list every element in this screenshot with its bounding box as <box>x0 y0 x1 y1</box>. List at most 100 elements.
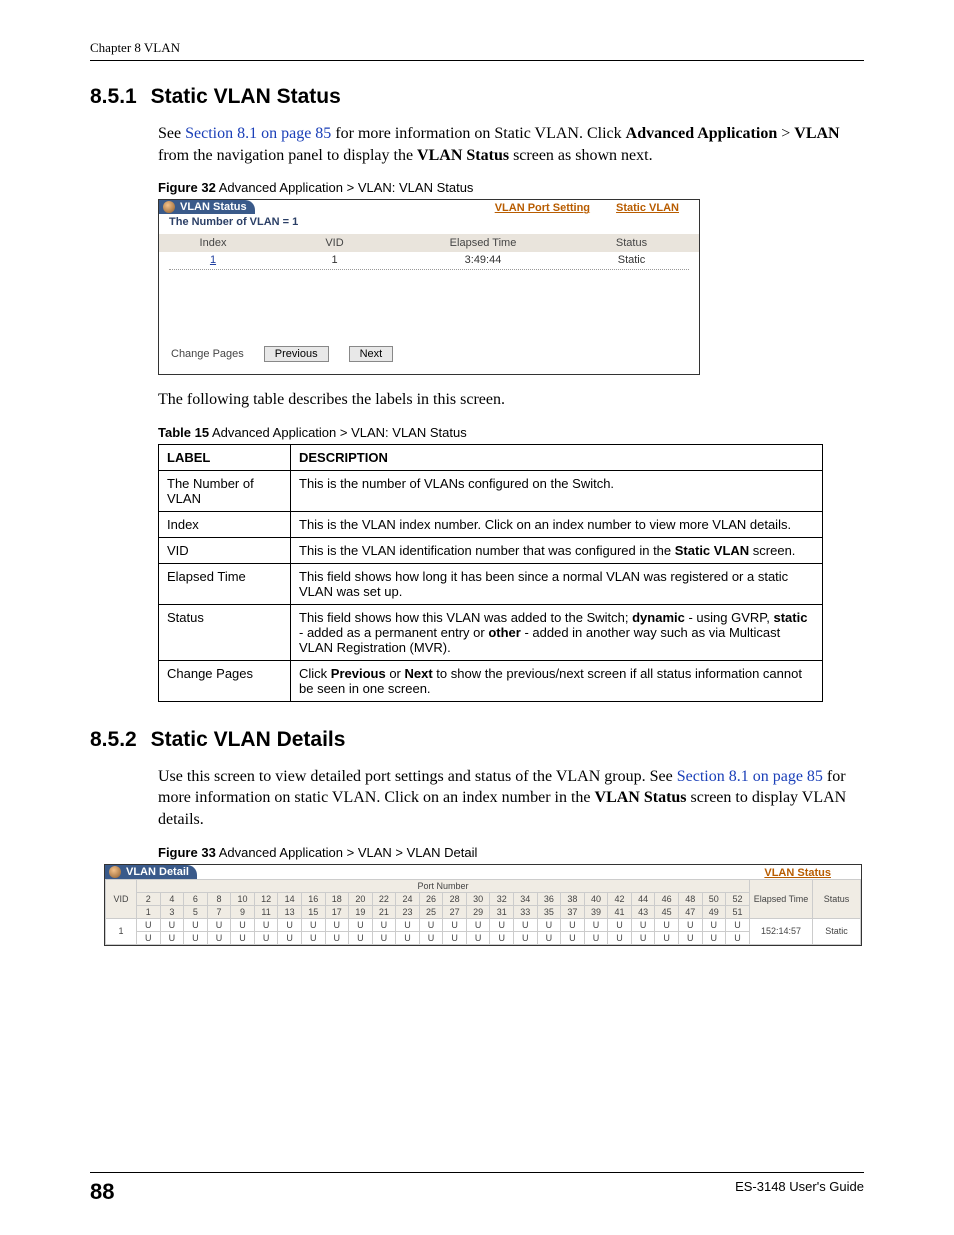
port-cell: U <box>561 931 585 944</box>
port-cell: U <box>419 931 443 944</box>
port-cell: U <box>702 918 726 931</box>
port-cell: U <box>561 918 585 931</box>
vlan-index-link[interactable]: 1 <box>159 252 267 268</box>
vlan-status-cell: Static <box>564 252 699 268</box>
port-header: 29 <box>466 905 490 918</box>
vlan-status-table: Index VID Elapsed Time Status 1 1 3:49:4… <box>159 234 699 268</box>
port-header: 31 <box>490 905 514 918</box>
port-header: 4 <box>160 892 184 905</box>
table-row: VID This is the VLAN identification numb… <box>159 537 823 563</box>
port-header: 45 <box>655 905 679 918</box>
port-cell: U <box>278 918 302 931</box>
port-header: 9 <box>231 905 255 918</box>
col-index: Index <box>159 234 267 252</box>
vlan-detail-table: VID Port Number Elapsed Time Status 2468… <box>105 879 861 945</box>
port-header: 50 <box>702 892 726 905</box>
port-header: 26 <box>419 892 443 905</box>
section-852-paragraph: Use this screen to view detailed port se… <box>158 766 864 831</box>
port-header: 5 <box>184 905 208 918</box>
port-cell: U <box>631 931 655 944</box>
port-cell: U <box>678 918 702 931</box>
port-cell: U <box>160 931 184 944</box>
port-cell: U <box>655 918 679 931</box>
col-status: Status <box>813 879 861 918</box>
port-header: 1 <box>137 905 161 918</box>
previous-button[interactable]: Previous <box>264 346 329 362</box>
figure-32-screenshot: VLAN Status VLAN Port Setting Static VLA… <box>158 199 700 375</box>
port-cell: U <box>137 931 161 944</box>
col-status: Status <box>564 234 699 252</box>
port-header: 14 <box>278 892 302 905</box>
port-header: 48 <box>678 892 702 905</box>
port-cell: U <box>726 931 750 944</box>
port-header: 35 <box>537 905 561 918</box>
port-header: 37 <box>561 905 585 918</box>
link-section-8-1[interactable]: Section 8.1 on page 85 <box>185 125 331 142</box>
port-header: 38 <box>561 892 585 905</box>
figure-32-caption: Figure 32 Advanced Application > VLAN: V… <box>158 180 864 195</box>
page-number: 88 <box>90 1179 114 1205</box>
port-header: 51 <box>726 905 750 918</box>
port-cell: U <box>490 918 514 931</box>
port-cell: U <box>443 918 467 931</box>
port-cell: U <box>396 918 420 931</box>
port-cell: U <box>372 918 396 931</box>
static-vlan-link[interactable]: Static VLAN <box>616 202 679 214</box>
vlan-count-label: The Number of VLAN = 1 <box>169 216 699 228</box>
port-header: 7 <box>207 905 231 918</box>
port-header: 32 <box>490 892 514 905</box>
port-cell: U <box>184 931 208 944</box>
port-header: 49 <box>702 905 726 918</box>
port-cell: U <box>325 918 349 931</box>
port-cell: U <box>231 931 255 944</box>
table-row: Status This field shows how this VLAN wa… <box>159 604 823 660</box>
page-header: Chapter 8 VLAN <box>90 40 864 61</box>
port-cell: U <box>537 918 561 931</box>
col-elapsed: Elapsed Time <box>402 234 564 252</box>
col-vid: VID <box>106 879 137 918</box>
port-cell: U <box>702 931 726 944</box>
port-header: 39 <box>584 905 608 918</box>
table-row: The Number of VLAN This is the number of… <box>159 470 823 511</box>
link-section-8-1-b[interactable]: Section 8.1 on page 85 <box>677 768 823 785</box>
tab-bullet-icon <box>163 201 175 213</box>
port-cell: U <box>584 918 608 931</box>
port-header: 34 <box>514 892 538 905</box>
port-cell: U <box>537 931 561 944</box>
vlan-elapsed-cell: 3:49:44 <box>402 252 564 268</box>
port-header: 13 <box>278 905 302 918</box>
vlan-port-setting-link[interactable]: VLAN Port Setting <box>495 202 590 214</box>
port-cell: U <box>137 918 161 931</box>
section-title: Static VLAN Details <box>151 728 346 751</box>
section-num: 8.5.2 <box>90 728 137 751</box>
port-cell: U <box>254 931 278 944</box>
change-pages-label: Change Pages <box>171 348 244 360</box>
section-title: Static VLAN Status <box>151 85 341 108</box>
port-header: 15 <box>301 905 325 918</box>
port-cell: U <box>372 931 396 944</box>
guide-title: ES-3148 User's Guide <box>735 1179 864 1205</box>
section-heading-851: 8.5.1 Static VLAN Status <box>90 85 864 109</box>
port-cell: U <box>207 918 231 931</box>
section-heading-852: 8.5.2 Static VLAN Details <box>90 728 864 752</box>
vlan-detail-status: Static <box>813 918 861 944</box>
port-cell: U <box>443 931 467 944</box>
vlan-status-link[interactable]: VLAN Status <box>764 867 831 879</box>
port-header: 20 <box>349 892 373 905</box>
port-header: 11 <box>254 905 278 918</box>
port-header: 33 <box>514 905 538 918</box>
col-port-number: Port Number <box>137 879 750 892</box>
port-cell: U <box>726 918 750 931</box>
vlan-vid-cell: 1 <box>267 252 402 268</box>
port-cell: U <box>301 931 325 944</box>
page-footer: 88 ES-3148 User's Guide <box>90 1172 864 1205</box>
table-15: LABEL DESCRIPTION The Number of VLAN Thi… <box>158 444 823 702</box>
table-row: Elapsed Time This field shows how long i… <box>159 563 823 604</box>
table-15-intro: The following table describes the labels… <box>158 389 864 411</box>
table-row: Index This is the VLAN index number. Cli… <box>159 511 823 537</box>
port-header: 27 <box>443 905 467 918</box>
port-cell: U <box>584 931 608 944</box>
port-header: 22 <box>372 892 396 905</box>
port-cell: U <box>231 918 255 931</box>
next-button[interactable]: Next <box>349 346 394 362</box>
